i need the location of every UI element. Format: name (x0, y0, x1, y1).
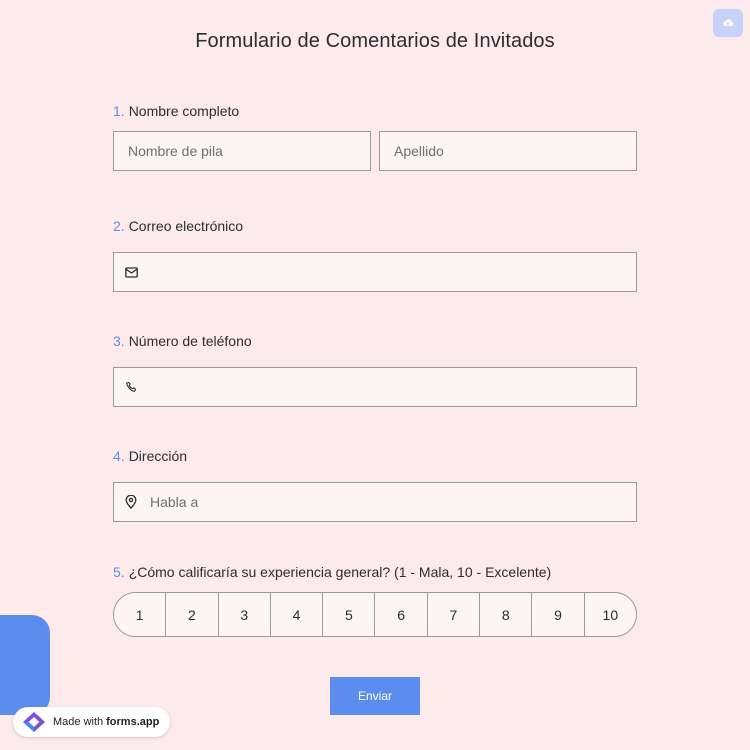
question-text: Dirección (128, 448, 188, 464)
rating-option-10[interactable]: 10 (583, 593, 636, 636)
rating-scale: 1 2 3 4 5 6 7 8 9 10 (113, 592, 637, 637)
cloud-upload-icon (723, 19, 734, 26)
location-pin-icon (124, 495, 138, 509)
rating-option-4[interactable]: 4 (269, 593, 322, 636)
rating-option-9[interactable]: 9 (531, 593, 583, 636)
rating-option-1[interactable]: 1 (114, 593, 165, 636)
rating-option-3[interactable]: 3 (217, 593, 270, 636)
question-label: 4. Dirección (113, 447, 637, 465)
email-field[interactable] (113, 252, 637, 292)
question-label: 5. ¿Cómo calificaría su experiencia gener… (113, 563, 637, 581)
question-phone: 3. Número de teléfono (113, 332, 637, 407)
question-text: Nombre completo (128, 103, 240, 119)
question-number: 2. (113, 218, 125, 234)
made-with-badge[interactable]: Made with forms.app (13, 707, 170, 737)
question-number: 5. (113, 564, 125, 580)
mail-icon (124, 265, 138, 279)
rating-option-8[interactable]: 8 (479, 593, 531, 636)
phone-field[interactable] (113, 367, 637, 407)
submit-button[interactable]: Enviar (330, 677, 420, 715)
rating-option-2[interactable]: 2 (165, 593, 217, 636)
last-name-input[interactable]: Apellido (379, 131, 637, 171)
question-text: ¿Cómo calificaría su experiencia general… (128, 564, 552, 580)
first-name-input[interactable]: Nombre de pila (113, 131, 371, 171)
question-number: 1. (113, 103, 125, 119)
question-rating: 5. ¿Cómo calificaría su experiencia gener… (113, 563, 637, 637)
rating-option-7[interactable]: 7 (426, 593, 479, 636)
phone-icon (124, 380, 138, 394)
question-number: 4. (113, 448, 125, 464)
question-label: 2. Correo electrónico (113, 217, 637, 235)
question-label: 3. Número de teléfono (113, 332, 637, 350)
question-address: 4. Dirección Habla a (113, 447, 637, 522)
rating-option-6[interactable]: 6 (374, 593, 426, 636)
badge-prefix: Made with (53, 716, 104, 728)
address-field[interactable]: Habla a (113, 482, 637, 522)
question-number: 3. (113, 333, 125, 349)
question-email: 2. Correo electrónico (113, 217, 637, 292)
question-label: 1. Nombre completo (113, 102, 637, 120)
rating-option-5[interactable]: 5 (322, 593, 374, 636)
badge-brand: forms.app (106, 716, 160, 728)
question-text: Número de teléfono (128, 333, 252, 349)
question-text: Correo electrónico (128, 218, 244, 234)
address-placeholder: Habla a (150, 494, 199, 510)
forms-app-logo-icon (19, 711, 49, 733)
decorative-shape (0, 615, 50, 715)
question-full-name: 1. Nombre completo Nombre de pila Apellid… (113, 102, 637, 171)
form-title: Formulario de Comentarios de Invitados (195, 30, 555, 52)
